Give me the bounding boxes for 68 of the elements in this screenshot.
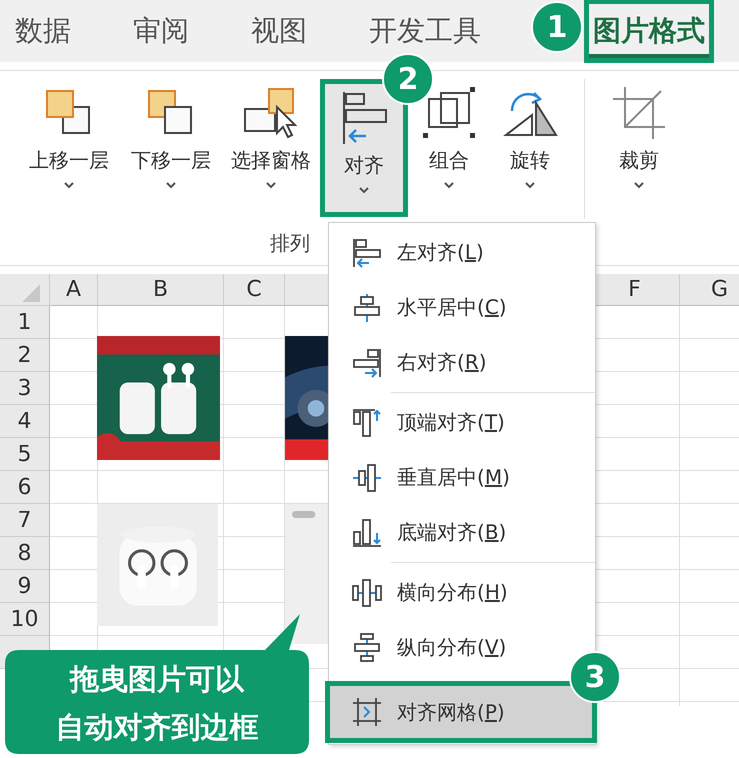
ribbon-button[interactable]: 选择窗格	[222, 79, 320, 217]
row-header[interactable]: 4	[0, 405, 50, 438]
menu-item-label: 右对齐(R)	[397, 349, 487, 376]
menu-item[interactable]: 底端对齐(B)	[329, 505, 595, 560]
button-label: 组合	[429, 147, 469, 174]
ribbon-tab[interactable]: 视图	[242, 0, 316, 63]
button-label: 对齐	[344, 152, 384, 179]
button-label: 裁剪	[619, 147, 659, 174]
ribbon-button[interactable]: 下移一层	[120, 79, 222, 217]
column-header[interactable]: C	[224, 274, 285, 306]
button-label: 旋转	[510, 147, 550, 174]
menu-item-label: 水平居中(C)	[397, 294, 507, 321]
chevron-icon	[442, 180, 456, 190]
callout-text: 自动对齐到边框	[56, 709, 258, 746]
menu-item[interactable]: 垂直居中(M)	[329, 450, 595, 505]
menu-item-label: 横向分布(H)	[397, 579, 508, 606]
menu-item[interactable]: 横向分布(H)	[329, 565, 595, 620]
row-header[interactable]: 8	[0, 537, 50, 570]
ribbon-tab[interactable]: 审阅	[124, 0, 198, 63]
snap-to-grid-icon	[351, 696, 383, 728]
row-header[interactable]: 10	[0, 603, 50, 636]
callout-text: 拖曳图片可以	[70, 661, 244, 698]
menu-item-label: 顶端对齐(T)	[397, 409, 505, 436]
row-header[interactable]: 1	[0, 306, 50, 339]
menu-item-label: 垂直居中(M)	[397, 464, 510, 491]
chevron-icon	[523, 180, 537, 190]
ribbon-button[interactable]: 旋转	[490, 79, 570, 217]
menu-item-label: 底端对齐(B)	[397, 519, 506, 546]
row-header[interactable]: 6	[0, 471, 50, 504]
chevron-icon	[357, 185, 371, 195]
selection-pane-icon	[243, 85, 299, 141]
menu-item-label: 对齐网格(P)	[397, 698, 505, 726]
chevron-icon	[264, 180, 278, 190]
align-right-icon	[351, 346, 383, 378]
button-label: 选择窗格	[231, 147, 311, 174]
align-bottom-icon	[351, 516, 383, 548]
align-left-icon	[351, 236, 383, 268]
row-header[interactable]: 5	[0, 438, 50, 471]
menu-item-label: 左对齐(L)	[397, 239, 484, 266]
button-label: 下移一层	[131, 147, 211, 174]
menu-item-label: 纵向分布(V)	[397, 634, 506, 661]
chevron-icon	[632, 180, 646, 190]
row-header[interactable]: 7	[0, 504, 50, 537]
row-header[interactable]: 9	[0, 570, 50, 603]
chevron-icon	[164, 180, 178, 190]
ribbon-button[interactable]: 裁剪	[599, 79, 679, 217]
column-header[interactable]: B	[98, 274, 224, 306]
row-header[interactable]: 3	[0, 372, 50, 405]
row-header[interactable]: 2	[0, 339, 50, 372]
chevron-icon	[62, 180, 76, 190]
crop-icon	[611, 85, 667, 141]
menu-item[interactable]: 右对齐(R)	[329, 335, 595, 390]
button-label: 上移一层	[29, 147, 109, 174]
group-label: 排列	[270, 230, 310, 257]
menu-item[interactable]: 顶端对齐(T)	[329, 395, 595, 450]
ribbon-tab[interactable]: 图片格式	[584, 0, 714, 63]
align-middle-icon	[351, 462, 383, 494]
group-icon	[421, 85, 477, 141]
ribbon-button[interactable]: 上移一层	[18, 79, 120, 217]
select-all-corner[interactable]	[0, 274, 50, 306]
distribute-horizontal-icon	[351, 576, 383, 608]
distribute-vertical-icon	[351, 632, 383, 664]
align-center-icon	[351, 292, 383, 324]
align-top-icon	[351, 406, 383, 438]
column-header[interactable]: G	[680, 274, 739, 306]
step-badge: 1	[531, 1, 583, 53]
column-header[interactable]: A	[50, 274, 98, 306]
ribbon-tab[interactable]: 数据	[6, 0, 80, 63]
